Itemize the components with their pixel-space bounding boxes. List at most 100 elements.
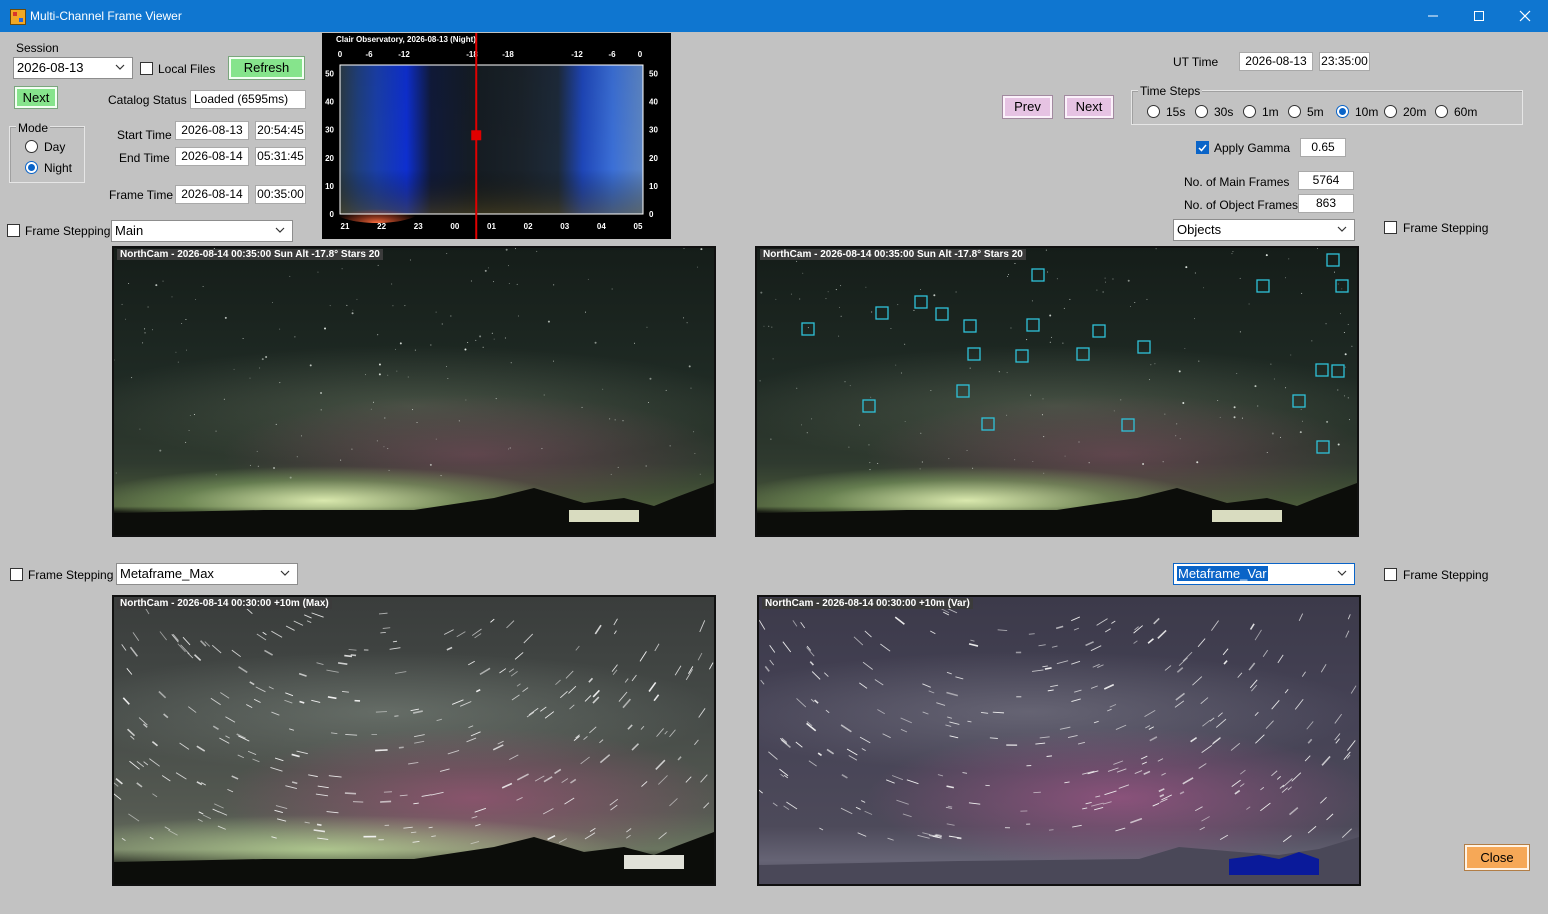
frame-stepping-checkbox-top-right[interactable] [1384, 221, 1397, 234]
mode-day-radio[interactable] [25, 140, 38, 153]
apply-gamma-label: Apply Gamma [1214, 141, 1291, 155]
keogram-top-tick-label: 0 [638, 50, 643, 59]
keogram-shade [340, 65, 643, 214]
object-detection-box [1076, 347, 1090, 361]
next-button[interactable]: Next [1064, 95, 1114, 119]
image-panel-main[interactable]: NorthCam - 2026-08-14 00:35:00 Sun Alt -… [112, 246, 716, 537]
keogram-y-tick-label-left: 20 [325, 154, 334, 163]
ut-date-field[interactable]: 2026-08-13 [1239, 52, 1313, 71]
channel-combo-bottom-left[interactable]: Metaframe_Max [116, 563, 298, 585]
frame-date-field[interactable]: 2026-08-14 [175, 185, 249, 204]
image-caption-max: NorthCam - 2026-08-14 00:30:00 +10m (Max… [117, 598, 332, 609]
object-detection-box [862, 399, 876, 413]
timestep-30s-label: 30s [1214, 105, 1234, 119]
local-files-checkbox[interactable] [140, 62, 153, 75]
keogram-y-tick-label-right: 20 [649, 154, 658, 163]
close-button[interactable]: Close [1464, 844, 1530, 871]
keogram-y-tick-label-left: 40 [325, 98, 334, 107]
keogram-top-tick-label: -12 [398, 50, 410, 59]
keogram-cursor-marker[interactable] [471, 130, 482, 141]
gamma-value-field[interactable]: 0.65 [1300, 138, 1346, 157]
object-frames-label: No. of Object Frames [1184, 198, 1299, 212]
mode-night-label: Night [44, 161, 73, 175]
keogram-x-tick-label: 23 [414, 222, 423, 231]
keogram-y-tick-label-left: 10 [325, 182, 334, 191]
session-date-combo[interactable]: 2026-08-13 [13, 57, 133, 79]
object-detection-box [967, 347, 981, 361]
keogram-svg[interactable]: Clair Observatory, 2026-08-13 (Night) 21… [322, 33, 671, 239]
checkmark-icon [1198, 144, 1207, 152]
timestep-15s-radio[interactable] [1147, 105, 1160, 118]
timestep-60m-radio[interactable] [1435, 105, 1448, 118]
timestep-1m-radio[interactable] [1243, 105, 1256, 118]
end-time-field[interactable]: 05:31:45 [255, 147, 306, 166]
object-detection-box [1292, 394, 1306, 408]
refresh-button[interactable]: Refresh [228, 56, 305, 80]
image-caption-var: NorthCam - 2026-08-14 00:30:00 +10m (Var… [762, 598, 973, 609]
start-date-field[interactable]: 2026-08-13 [175, 121, 249, 140]
mode-night-radio[interactable] [25, 161, 38, 174]
local-files-label: Local Files [158, 62, 216, 76]
image-panel-metaframe-var[interactable]: NorthCam - 2026-08-14 00:30:00 +10m (Var… [757, 595, 1361, 886]
image-panel-metaframe-max[interactable]: NorthCam - 2026-08-14 00:30:00 +10m (Max… [112, 595, 716, 886]
keogram-x-tick-label: 21 [341, 222, 350, 231]
timestep-5m-radio[interactable] [1288, 105, 1301, 118]
start-time-label: Start Time [117, 128, 172, 142]
object-detection-box [1121, 418, 1135, 432]
frame-stepping-checkbox-top-left[interactable] [7, 224, 20, 237]
mode-label: Mode [16, 121, 51, 135]
keogram-x-tick-label: 00 [450, 222, 459, 231]
object-detection-box [1015, 349, 1029, 363]
image-panel-objects[interactable]: NorthCam - 2026-08-14 00:35:00 Sun Alt -… [755, 246, 1359, 537]
object-frames-value: 863 [1298, 194, 1354, 213]
keogram-top-tick-label: -18 [502, 50, 514, 59]
horizon-silhouette [114, 832, 714, 884]
prev-button[interactable]: Prev [1002, 95, 1053, 119]
session-next-button[interactable]: Next [14, 86, 58, 109]
object-detection-box [801, 322, 815, 336]
frame-stepping-label-top-left: Frame Stepping [25, 224, 111, 238]
keogram-x-tick-label: 01 [487, 222, 496, 231]
timestep-30s-radio[interactable] [1195, 105, 1208, 118]
frame-stepping-checkbox-bottom-right[interactable] [1384, 568, 1397, 581]
timestep-5m-label: 5m [1307, 105, 1324, 119]
ut-time-label: UT Time [1173, 55, 1219, 69]
object-detection-box [1256, 279, 1270, 293]
timestep-20m-radio[interactable] [1384, 105, 1397, 118]
keogram-chart[interactable]: Clair Observatory, 2026-08-13 (Night) 21… [322, 33, 671, 239]
keogram-sunset-glow [332, 195, 422, 223]
keogram-x-tick-label: 22 [377, 222, 386, 231]
maximize-button[interactable] [1456, 0, 1502, 32]
ut-time-field[interactable]: 23:35:00 [1319, 52, 1370, 71]
channel-combo-bottom-right[interactable]: Metaframe_Var [1173, 563, 1355, 585]
channel-combo-top-right[interactable]: Objects [1173, 219, 1355, 241]
close-window-button[interactable] [1502, 0, 1548, 32]
chevron-down-icon [275, 227, 285, 233]
end-date-field[interactable]: 2026-08-14 [175, 147, 249, 166]
frame-stepping-checkbox-bottom-left[interactable] [10, 568, 23, 581]
time-steps-label: Time Steps [1138, 84, 1203, 98]
object-detection-box [1031, 268, 1045, 282]
keogram-top-tick-label: -12 [571, 50, 583, 59]
timestep-10m-radio[interactable] [1336, 105, 1349, 118]
object-detection-box [1137, 340, 1151, 354]
frame-time-label: Frame Time [109, 188, 174, 202]
keogram-y-tick-label-left: 30 [325, 126, 334, 135]
channel-value-bottom-left: Metaframe_Max [120, 566, 214, 581]
chevron-down-icon [1337, 226, 1347, 232]
object-detection-boxes [801, 253, 1349, 454]
timestep-10m-label: 10m [1355, 105, 1379, 119]
horizon-silhouette [114, 483, 714, 535]
catalog-status-field: Loaded (6595ms) [190, 90, 306, 109]
object-detection-box [1092, 324, 1106, 338]
frame-time-field[interactable]: 00:35:00 [255, 185, 306, 204]
chevron-down-icon [1337, 570, 1347, 576]
apply-gamma-checkbox[interactable] [1196, 141, 1209, 154]
frame-stepping-label-bottom-left: Frame Stepping [28, 568, 114, 582]
minimize-button[interactable] [1410, 0, 1456, 32]
object-detection-box [1316, 440, 1330, 454]
close-icon [1519, 10, 1531, 22]
channel-combo-top-left[interactable]: Main [111, 220, 293, 242]
start-time-field[interactable]: 20:54:45 [255, 121, 306, 140]
channel-value-bottom-right: Metaframe_Var [1177, 566, 1268, 581]
